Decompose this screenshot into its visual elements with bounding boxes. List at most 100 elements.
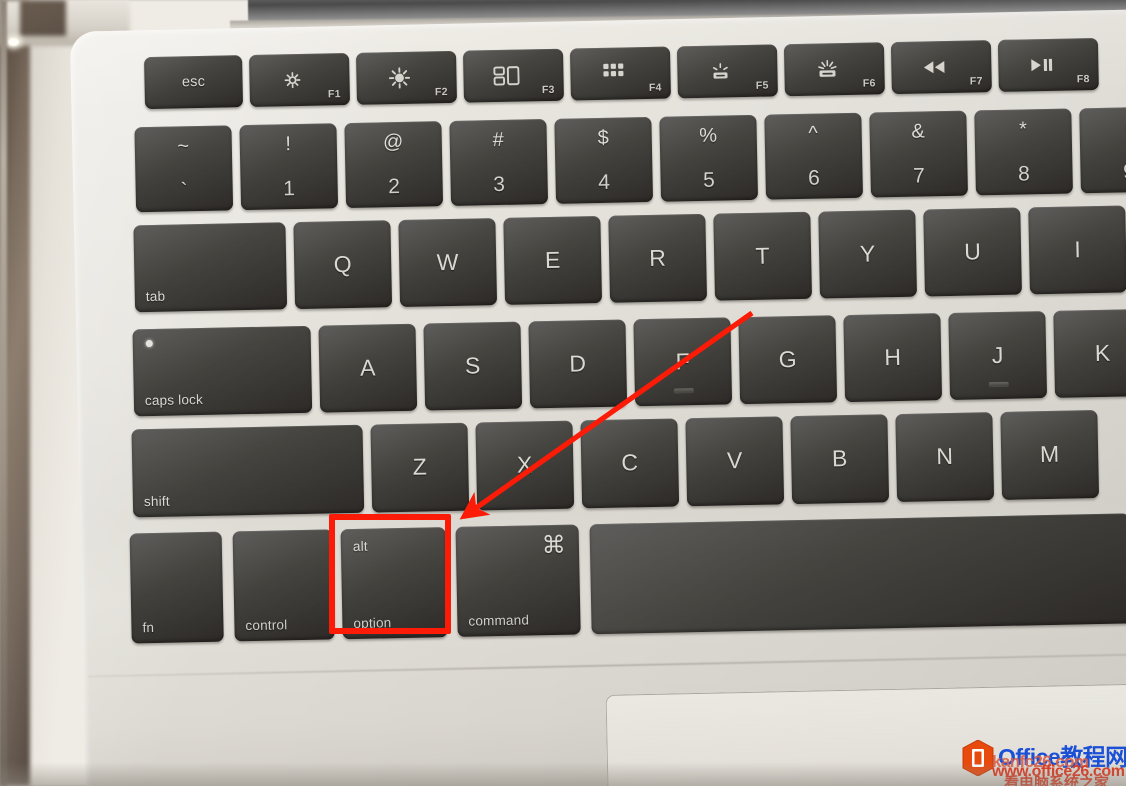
key-z[interactable]: Z (370, 422, 470, 513)
key-fnlabel-f4: F4 (648, 81, 662, 94)
key-six[interactable]: ^ 6 (764, 112, 863, 200)
key-four[interactable]: $4 (554, 116, 654, 204)
key-n[interactable]: N (895, 412, 995, 503)
key-fnlabel-f5: F5 (755, 79, 769, 92)
key-botlabel-five: 5 (702, 168, 716, 192)
key-v[interactable]: V (685, 416, 785, 507)
key-label-r: R (648, 244, 667, 271)
key-label-option: option (353, 615, 392, 632)
key-a[interactable]: A (318, 323, 418, 413)
key-eight[interactable]: * 8 (974, 108, 1073, 196)
key-fn[interactable]: fn (129, 531, 224, 644)
key-fnlabel-f7: F7 (969, 75, 983, 88)
key-g[interactable]: G (738, 315, 838, 405)
key-shift[interactable]: shift (131, 424, 365, 518)
key-f5[interactable]: F5 (676, 44, 778, 99)
key-h[interactable]: H (843, 313, 943, 403)
key-r[interactable]: R (608, 213, 708, 303)
key-seven[interactable]: & 7 (869, 110, 968, 198)
key-s[interactable]: S (423, 321, 523, 411)
key-toplabel-one: ! (285, 133, 292, 156)
key-f4[interactable]: F4 (569, 46, 671, 101)
key-altlabel-option: alt (352, 538, 368, 554)
key-c[interactable]: C (580, 418, 680, 509)
key-label-command: command (468, 612, 530, 629)
watermark-subtitle: 看电脑系统之家 (1004, 775, 1110, 786)
key-w[interactable]: W (398, 218, 498, 308)
key-b[interactable]: B (790, 414, 890, 505)
key-fnlabel-f3: F3 (541, 83, 555, 97)
key-esc[interactable]: esc (144, 55, 244, 110)
key-two[interactable]: @2 (344, 121, 444, 209)
key-label-shift: shift (143, 493, 170, 510)
key-toplabel-two: @ (382, 130, 404, 154)
key-k[interactable]: K (1053, 308, 1126, 398)
office-logo-icon (962, 740, 994, 776)
key-caps-lock[interactable]: caps lock (132, 325, 313, 417)
key-label-i: I (1074, 235, 1082, 262)
key-label-j: J (991, 341, 1004, 368)
key-m[interactable]: M (1000, 410, 1100, 500)
key-fnlabel-f1: F1 (327, 88, 341, 101)
key-label-g: G (778, 345, 798, 372)
key-toplabel-seven: & (911, 120, 926, 143)
keyboard: escF1F2F3 F4F5F6F7F8~`!1@2#3$4%5^6&7*8(9… (0, 0, 1126, 786)
key-label-a: A (359, 353, 376, 381)
key-tab[interactable]: tab (133, 222, 288, 313)
key-j[interactable]: J (948, 311, 1048, 400)
key-nine[interactable]: (9 (1079, 106, 1126, 194)
key-y[interactable]: Y (818, 209, 917, 299)
key-e[interactable]: E (503, 215, 603, 305)
key-label-b: B (831, 445, 848, 472)
key-botlabel-seven: 7 (912, 164, 926, 188)
key-label-f: F (675, 347, 691, 374)
key-label-control: control (245, 617, 288, 634)
key-d[interactable]: D (528, 319, 628, 409)
key-f8[interactable]: F8 (997, 37, 1099, 92)
key-botlabel-six: 6 (807, 166, 821, 190)
caps-lock-led-icon (145, 339, 153, 348)
photo-canvas: escF1F2F3 F4F5F6F7F8~`!1@2#3$4%5^6&7*8(9… (0, 0, 1126, 786)
key-one[interactable]: ! 1 (239, 123, 339, 211)
key-botlabel-nine: 9 (1122, 160, 1126, 184)
key-botlabel-one: 1 (283, 177, 296, 201)
key-label-e: E (544, 246, 561, 273)
key-q[interactable]: Q (293, 220, 393, 310)
key-label-c: C (621, 449, 639, 476)
key-label-v: V (726, 447, 743, 474)
key-botlabel-three: 3 (492, 172, 506, 197)
key-x[interactable]: X (475, 420, 575, 511)
key-f1[interactable]: F1 (249, 52, 351, 107)
key-botlabel-four: 4 (597, 170, 611, 195)
key-toplabel-tilde: ~ (177, 135, 190, 158)
key-f7[interactable]: F7 (890, 40, 992, 95)
rewind-icon (891, 59, 985, 75)
key-tilde[interactable]: ~ ` (134, 125, 234, 213)
command-glyph-icon: ⌘ (541, 531, 567, 560)
key-f3[interactable]: F3 (462, 48, 564, 103)
key-f2[interactable]: F2 (355, 50, 458, 105)
key-label-k: K (1094, 339, 1111, 366)
play-pause-icon (998, 57, 1092, 73)
key-f[interactable]: F (633, 317, 733, 407)
key-i[interactable]: I (1028, 205, 1126, 295)
key-label-d: D (569, 349, 587, 377)
key-label-n: N (936, 442, 954, 470)
key-botlabel-tilde: ` (180, 179, 189, 203)
key-command[interactable]: ⌘ command (455, 524, 581, 637)
key-t[interactable]: T (713, 211, 813, 301)
key-label-z: Z (412, 453, 428, 480)
key-label-m: M (1039, 440, 1060, 468)
key-toplabel-six: ^ (808, 122, 819, 145)
key-label-q: Q (333, 250, 353, 277)
key-f6[interactable]: F6 (783, 42, 885, 97)
key-control[interactable]: control (232, 529, 335, 642)
key-three[interactable]: #3 (449, 119, 549, 206)
key-five[interactable]: % 5 (659, 114, 759, 202)
key-option[interactable]: alt option (340, 527, 448, 640)
key-toplabel-four: $ (597, 126, 610, 150)
key-space[interactable] (589, 513, 1126, 635)
key-u[interactable]: U (923, 207, 1022, 297)
key-label-fn: fn (142, 620, 155, 636)
key-label-u: U (963, 237, 982, 265)
